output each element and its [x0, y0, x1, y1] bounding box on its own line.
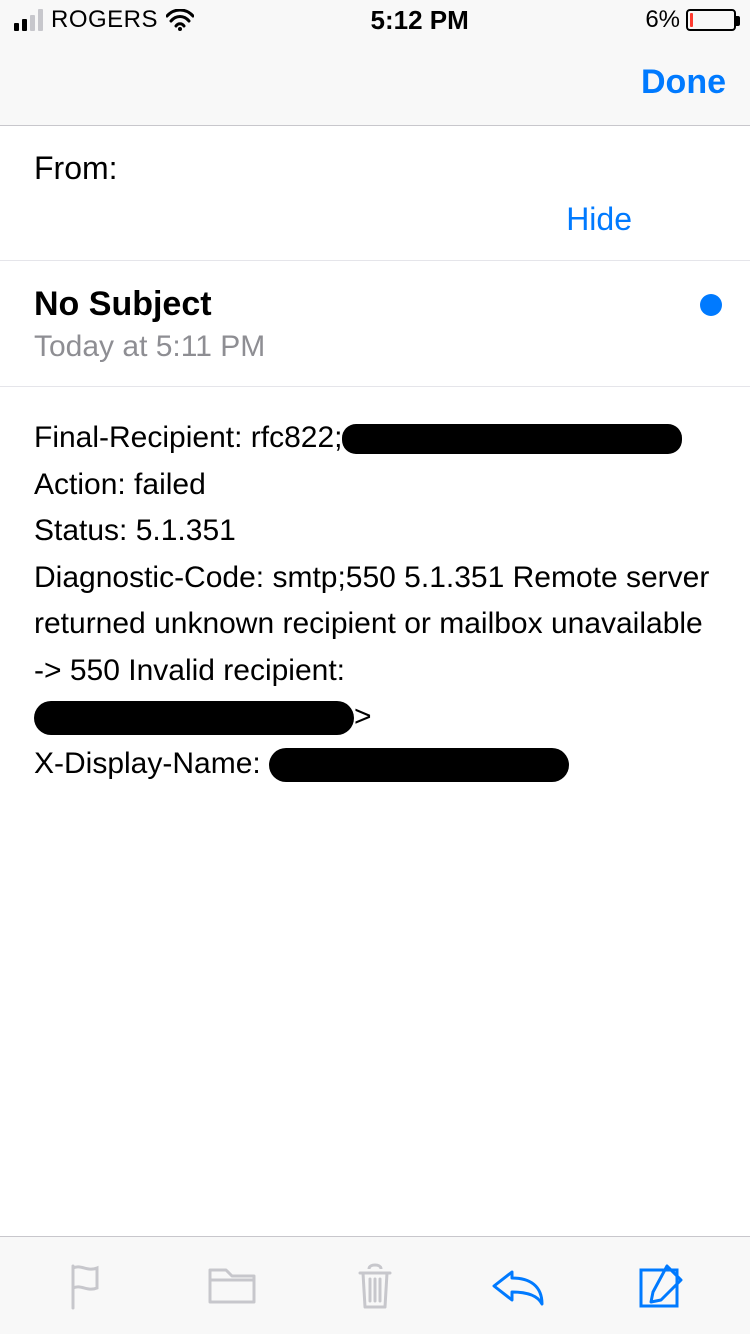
- message-body: Final-Recipient: rfc822; Action: failed …: [0, 387, 750, 787]
- from-label: From:: [34, 150, 722, 187]
- reply-button[interactable]: [488, 1256, 548, 1316]
- date-text: Today at 5:11 PM: [34, 330, 722, 364]
- body-text: X-Display-Name:: [34, 747, 261, 780]
- redacted-text: [269, 748, 569, 782]
- nav-bar: Done: [0, 40, 750, 126]
- carrier-label: ROGERS: [51, 6, 158, 34]
- flag-button[interactable]: [59, 1256, 119, 1316]
- from-section: From: Hide: [0, 126, 750, 261]
- compose-button[interactable]: [631, 1256, 691, 1316]
- hide-button[interactable]: Hide: [566, 201, 632, 238]
- compose-icon: [637, 1262, 685, 1310]
- body-text: Final-Recipient: rfc822;: [34, 421, 342, 454]
- bottom-toolbar: [0, 1236, 750, 1334]
- trash-button[interactable]: [345, 1256, 405, 1316]
- body-line-diagnostic: Diagnostic-Code: smtp;550 5.1.351 Remote…: [34, 555, 716, 695]
- battery-percent: 6%: [645, 6, 680, 34]
- flag-icon: [67, 1262, 111, 1310]
- reply-icon: [490, 1266, 546, 1306]
- body-text: >: [354, 700, 372, 733]
- clock: 5:12 PM: [371, 5, 469, 36]
- status-bar: ROGERS 5:12 PM 6%: [0, 0, 750, 40]
- folder-button[interactable]: [202, 1256, 262, 1316]
- folder-icon: [206, 1264, 258, 1308]
- status-left: ROGERS: [14, 6, 194, 34]
- cell-signal-icon: [14, 9, 43, 31]
- redacted-text: [342, 424, 682, 454]
- subject-section: No Subject Today at 5:11 PM: [0, 261, 750, 387]
- trash-icon: [354, 1261, 396, 1311]
- body-line-display-name: X-Display-Name:: [34, 741, 716, 788]
- wifi-icon: [166, 9, 194, 31]
- unread-dot-icon: [700, 294, 722, 316]
- subject-text: No Subject: [34, 285, 212, 324]
- body-line-redacted-recipient: >: [34, 694, 716, 741]
- done-button[interactable]: Done: [641, 63, 726, 102]
- body-line-final-recipient: Final-Recipient: rfc822;: [34, 415, 716, 462]
- battery-icon: [686, 9, 736, 31]
- body-line-action: Action: failed: [34, 462, 716, 509]
- body-line-status: Status: 5.1.351: [34, 508, 716, 555]
- redacted-text: [34, 701, 354, 735]
- status-right: 6%: [645, 6, 736, 34]
